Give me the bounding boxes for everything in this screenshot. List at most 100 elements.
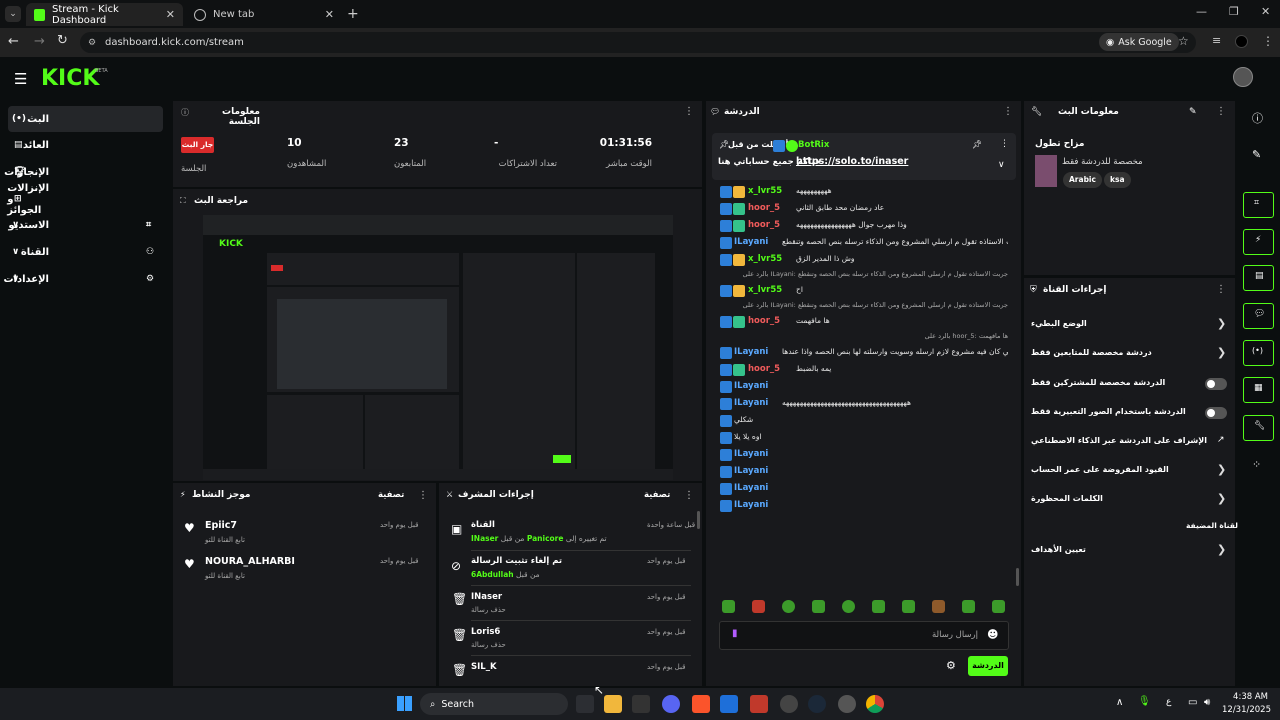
tag-chip[interactable]: ksa — [1104, 172, 1131, 188]
nav-item-stream[interactable]: البث (•) — [8, 106, 163, 132]
clock-time[interactable]: 4:38 AM — [1232, 692, 1268, 702]
language-indicator[interactable]: ع — [1166, 697, 1171, 707]
nav-item-achievements[interactable]: الإنجازات 🏆︎ — [4, 159, 163, 185]
activity-user[interactable]: NOURA_ALHARBI — [205, 556, 295, 567]
pencil-icon[interactable]: ✎ — [1252, 148, 1261, 161]
chat-message[interactable]: x_lvr55 اح — [716, 283, 1008, 299]
subscribers-only-toggle[interactable] — [1205, 378, 1227, 390]
browser-tab-new[interactable]: New tab ✕ — [186, 3, 342, 26]
chat-username[interactable]: hoor_5 — [748, 220, 780, 230]
reload-button[interactable]: ↻ — [57, 33, 68, 48]
action-banned-words[interactable]: الكلمات المحظورة ❯ — [1031, 492, 1229, 510]
chat-username[interactable]: ILayani — [734, 466, 768, 476]
emoji-picker-icon[interactable]: ☻ — [987, 628, 998, 641]
mod-action-title[interactable]: SIL_K — [471, 662, 497, 672]
chat-reply-context[interactable]: بالرد على ILayani: جربت الاستاذه تقول م … — [716, 301, 1008, 309]
chat-send-button[interactable]: الدردشة — [968, 656, 1008, 676]
rail-button-layout[interactable]: ▦ — [1243, 377, 1274, 403]
emote-icon[interactable] — [812, 600, 825, 613]
app-icon[interactable] — [750, 695, 768, 713]
channel-actions-menu-icon[interactable]: ⋮ — [1216, 284, 1226, 295]
emote-icon[interactable] — [992, 600, 1005, 613]
emote-icon[interactable] — [902, 600, 915, 613]
chat-message[interactable]: ILayani — [716, 498, 1008, 514]
chat-message[interactable]: اوه يلا يلا — [716, 430, 1008, 446]
site-info-icon[interactable]: ⚙ — [88, 38, 96, 48]
nav-item-channel[interactable]: القناة ∨ ⚇ — [8, 239, 163, 265]
action-account-age[interactable]: القيود المفروضة على عمر الحساب ❯ — [1031, 463, 1229, 481]
chat-message[interactable]: ILayani جربت الاستاذه تقول م ارسلي المشرو… — [716, 235, 1008, 251]
chat-message[interactable]: ILayani — [716, 481, 1008, 497]
chat-menu-icon[interactable]: ⋮ — [1003, 106, 1013, 117]
stream-info-menu-icon[interactable]: ⋮ — [1216, 106, 1226, 117]
steam-icon[interactable] — [808, 695, 826, 713]
browser-menu-icon[interactable]: ⋮ — [1262, 34, 1274, 48]
chat-username[interactable]: x_lvr55 — [748, 285, 782, 295]
chat-input[interactable]: ▮ إرسال رسالة ☻ — [719, 621, 1009, 650]
chat-username[interactable]: ILayani — [734, 381, 768, 391]
emote-icon[interactable] — [962, 600, 975, 613]
pinned-menu-icon[interactable]: ⋮ — [1000, 139, 1009, 149]
bookmark-star-icon[interactable]: ☆ — [1178, 34, 1189, 48]
url-field[interactable]: ⚙ dashboard.kick.com/stream — [80, 32, 1196, 53]
chat-scrollbar[interactable] — [1016, 568, 1019, 586]
emote-icon[interactable] — [782, 600, 795, 613]
edit-pencil-icon[interactable]: ✎ — [1189, 107, 1197, 117]
activity-filter-button[interactable]: تصفية — [378, 490, 404, 500]
maximize-button[interactable]: ❐ — [1229, 5, 1239, 18]
category-name[interactable]: مخصصة للدردشة فقط — [1062, 157, 1143, 167]
volume-icon[interactable]: 🔊︎ — [1204, 697, 1210, 708]
close-tab-icon[interactable]: ✕ — [166, 8, 175, 21]
chat-settings-gear-icon[interactable]: ⚙ — [946, 659, 956, 672]
info-icon[interactable]: ⓘ — [1252, 110, 1263, 126]
hamburger-menu-icon[interactable]: ☰ — [14, 70, 27, 88]
mod-user[interactable]: 6Abdullah — [471, 570, 514, 579]
chat-username[interactable]: ILayani — [734, 237, 768, 247]
nav-item-settings[interactable]: الإعدادات ∨ ⚙ — [3, 266, 163, 292]
rail-button-live[interactable]: (•) — [1243, 340, 1274, 366]
clock-date[interactable]: 12/31/2025 — [1222, 705, 1271, 715]
brave-icon[interactable] — [692, 695, 710, 713]
action-followers-only[interactable]: دردشة مخصصة للمتابعين فقط ❯ — [1031, 346, 1229, 364]
task-view-icon[interactable] — [576, 695, 594, 713]
chat-username[interactable]: x_lvr55 — [748, 254, 782, 264]
rail-button-notes[interactable]: ▤ — [1243, 265, 1274, 291]
rail-button-wrench[interactable]: 🔧︎ — [1243, 415, 1274, 441]
chat-message[interactable]: شكلي — [716, 413, 1008, 429]
chevron-down-icon[interactable]: ∨ — [998, 160, 1005, 170]
mod-action-title[interactable]: INaser — [471, 592, 502, 602]
nav-item-drops[interactable]: الإنزالات و الجوائز ⊞ — [7, 183, 163, 216]
emote-icon[interactable] — [842, 600, 855, 613]
mic-icon[interactable]: ▮ — [732, 628, 738, 639]
pinned-user[interactable]: BotRix — [798, 140, 829, 150]
chat-username[interactable]: hoor_5 — [748, 364, 780, 374]
rail-button-chat[interactable]: 💬︎ — [1243, 303, 1274, 329]
mod-user[interactable]: Panicore — [527, 534, 564, 543]
app-icon[interactable] — [720, 695, 738, 713]
settings-icon[interactable] — [838, 695, 856, 713]
mod-action-title[interactable]: Loris6 — [471, 627, 500, 637]
emote-icon[interactable] — [722, 600, 735, 613]
emote-icon[interactable] — [752, 600, 765, 613]
category-thumbnail[interactable] — [1035, 155, 1057, 187]
unpin-button[interactable]: 📌︎ — [972, 140, 982, 149]
emote-icon[interactable] — [872, 600, 885, 613]
stream-video[interactable]: KICK — [203, 215, 673, 480]
chat-message[interactable]: ILayani — [716, 464, 1008, 480]
mic-tray-icon[interactable]: 🎙︎ — [1138, 696, 1151, 707]
chat-username[interactable]: hoor_5 — [748, 316, 780, 326]
profile-avatar-icon[interactable] — [1235, 35, 1248, 48]
chat-username[interactable]: ILayani — [734, 347, 768, 357]
tag-chip[interactable]: Arabic — [1063, 172, 1102, 188]
ask-google-button[interactable]: ◉ Ask Google — [1099, 33, 1179, 51]
session-menu-icon[interactable]: ⋮ — [684, 106, 694, 117]
extensions-icon[interactable]: ⁘ — [1252, 458, 1261, 471]
chat-username[interactable]: ILayani — [734, 449, 768, 459]
back-button[interactable]: ← — [8, 34, 19, 49]
file-explorer-icon[interactable] — [604, 695, 622, 713]
nav-item-studio[interactable]: الاستديو ∨ ⌗ — [8, 212, 163, 238]
chat-username[interactable]: x_lvr55 — [748, 186, 782, 196]
action-slow-mode[interactable]: الوضع البطيء ❯ — [1031, 317, 1229, 335]
mod-menu-icon[interactable]: ⋮ — [684, 490, 694, 501]
chat-username[interactable]: ILayani — [734, 500, 768, 510]
